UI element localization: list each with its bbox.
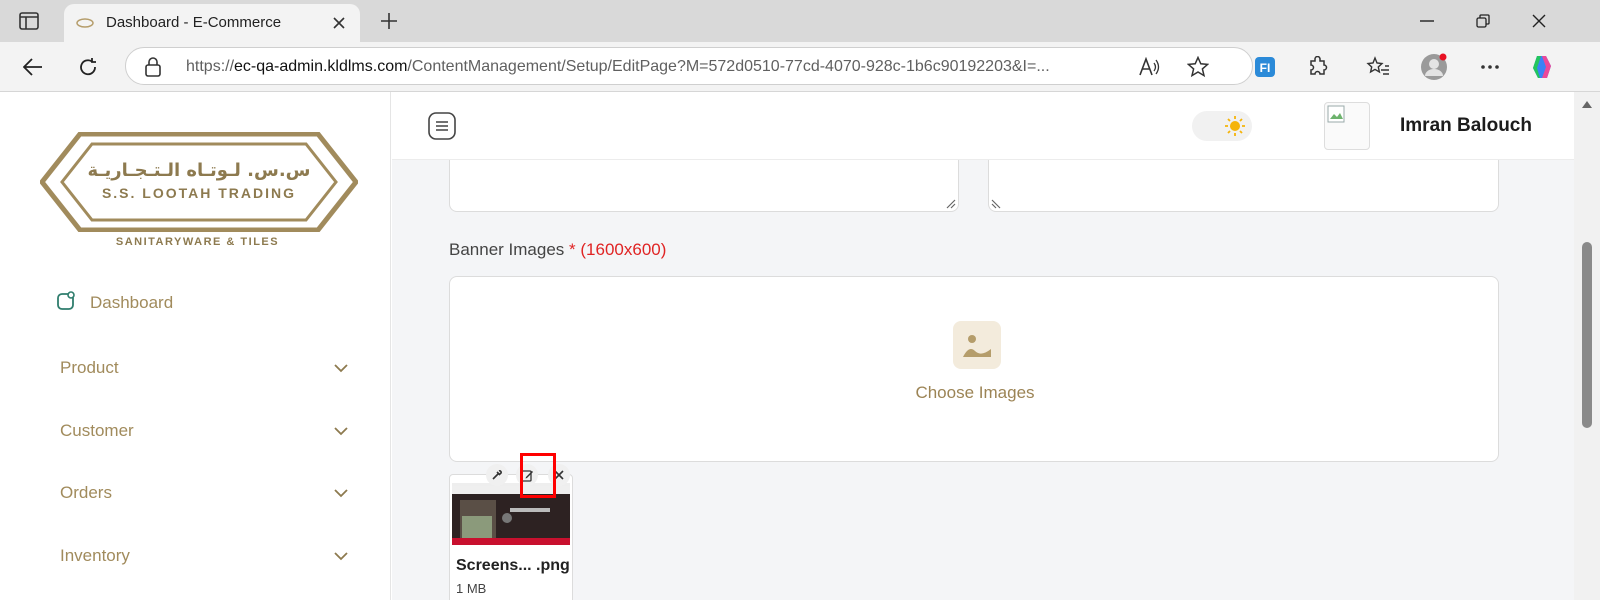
sidebar-item-customer[interactable]: Customer [60,417,350,445]
banner-label-text: Banner Images [449,240,565,259]
url-path: /ContentManagement/Setup/EditPage?M=572d… [407,58,1050,75]
tab-actions-icon[interactable] [14,9,44,33]
sidebar-item-label: Customer [60,421,134,440]
content-textarea[interactable] [988,160,1499,212]
top-header: Imran Balouch [392,92,1574,160]
sidebar-item-label: Inventory [60,546,130,565]
refresh-icon[interactable] [73,52,103,82]
profile-avatar-icon[interactable] [1419,52,1449,82]
copilot-icon[interactable] [1527,52,1557,82]
tab-close-icon[interactable] [328,12,350,34]
svg-text:FI: FI [1260,61,1271,75]
highlight-annotation [520,453,556,498]
theme-toggle[interactable] [1192,111,1252,141]
logo-subtitle: SANITARYWARE & TILES [115,236,280,248]
scrollbar-thumb[interactable] [1582,242,1592,428]
main-content: Banner Images * (1600x600) Choose Images… [392,160,1574,600]
close-window-icon[interactable] [1524,8,1554,34]
chevron-down-icon [332,484,350,502]
image-file-size: 1 MB [456,581,487,596]
sidebar-item-dashboard[interactable]: Dashboard [56,290,356,316]
sun-icon [1224,115,1246,137]
favorites-list-icon[interactable] [1363,52,1393,82]
required-mark: * [569,240,576,259]
sidebar-item-label: Product [60,358,119,377]
page-scrollbar[interactable] [1574,92,1600,600]
chevron-down-icon [332,359,350,377]
restore-icon[interactable] [1468,8,1498,34]
read-aloud-icon[interactable] [1138,56,1160,78]
chevron-down-icon [332,547,350,565]
sidebar-item-product[interactable]: Product [60,354,350,382]
avatar[interactable] [1324,102,1370,150]
sidebar: س.س. لـوتـاه الـتـجـاريـة S.S. LOOTAH TR… [4,92,391,600]
image-file-name: Screens... .png [456,557,570,574]
browser-toolbar: https://ec-qa-admin.kldlms.com/ContentMa… [0,42,1600,92]
sidebar-item-inventory[interactable]: Inventory [60,542,350,570]
back-arrow-icon[interactable] [18,52,48,82]
resize-handle-icon [991,199,1001,209]
url-prefix: https:// [186,58,235,75]
logo-english-text: S.S. LOOTAH TRADING [102,185,296,201]
resize-handle-icon [946,199,956,209]
logo-arabic-text: س.س. لـوتـاه الـتـجـاريـة [87,160,310,181]
image-dropzone[interactable]: Choose Images [449,276,1499,462]
browser-tab-bar: Dashboard - E-Commerce [0,0,1600,42]
user-name[interactable]: Imran Balouch [1400,115,1532,137]
description-textarea[interactable] [449,160,959,212]
dashboard-icon [56,290,76,316]
banner-images-label: Banner Images * (1600x600) [449,240,666,260]
chevron-down-icon [332,422,350,440]
banner-size-hint: (1600x600) [580,240,667,259]
address-bar[interactable]: https://ec-qa-admin.kldlms.com/ContentMa… [125,47,1253,85]
eyedropper-icon[interactable] [486,464,508,486]
url-host: ec-qa-admin.kldlms.com [234,58,408,75]
new-tab-icon[interactable] [376,8,402,34]
url-text[interactable]: https://ec-qa-admin.kldlms.com/ContentMa… [186,58,1166,76]
sidebar-item-orders[interactable]: Orders [60,479,350,507]
tab-title: Dashboard - E-Commerce [106,14,282,31]
favicon-icon [76,16,94,30]
choose-images-label[interactable]: Choose Images [450,383,1500,403]
favorite-star-icon[interactable] [1187,56,1209,78]
sidebar-item-label: Dashboard [90,293,174,312]
lock-icon[interactable] [144,57,164,77]
extension-fi-icon[interactable]: FI [1250,52,1280,82]
menu-toggle-icon[interactable] [428,112,456,140]
scroll-up-arrow-icon[interactable] [1581,96,1593,108]
image-placeholder-icon [953,321,1001,369]
minimize-icon[interactable] [1412,8,1442,34]
sidebar-item-label: Orders [60,483,112,502]
extensions-puzzle-icon[interactable] [1303,52,1333,82]
active-tab[interactable]: Dashboard - E-Commerce [64,4,360,42]
more-options-icon[interactable] [1475,52,1505,82]
